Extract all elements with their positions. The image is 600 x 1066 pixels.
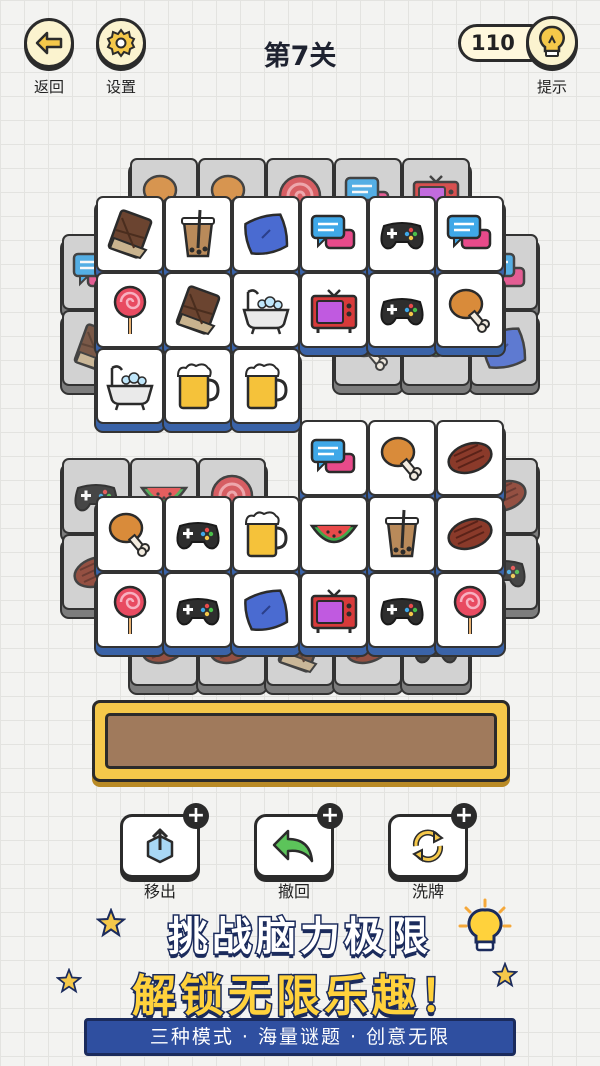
pillow-icon xyxy=(240,208,292,260)
shuffle-button[interactable]: + xyxy=(388,803,477,878)
tile-tv[interactable] xyxy=(300,272,368,348)
gamepad-icon xyxy=(376,584,428,636)
undo-label: 撤回 xyxy=(277,882,310,901)
tile-lollipop[interactable] xyxy=(96,272,164,348)
bubble-tea-icon xyxy=(376,508,428,560)
tile-beer[interactable] xyxy=(232,496,300,572)
chat-icon xyxy=(308,208,360,260)
tv-icon xyxy=(308,584,360,636)
tile-gamepad[interactable] xyxy=(368,572,436,648)
hint-label: 提示 xyxy=(536,78,567,96)
settings-label: 设置 xyxy=(105,78,136,96)
tile-steak[interactable] xyxy=(436,420,504,496)
promo-subheadline: 解锁无限乐趣！ xyxy=(131,970,468,1024)
tile-gamepad[interactable] xyxy=(368,196,436,272)
tile-beer[interactable] xyxy=(232,348,300,424)
undo-arrow-icon xyxy=(272,829,314,863)
chocolate-icon xyxy=(172,284,224,336)
remove-label: 移出 xyxy=(143,882,176,901)
tile-drumstick[interactable] xyxy=(96,496,164,572)
bathtub-icon xyxy=(104,360,156,412)
tile-lollipop[interactable] xyxy=(96,572,164,648)
tile-bathtub[interactable] xyxy=(232,272,300,348)
chat-icon xyxy=(444,208,496,260)
beer-icon xyxy=(240,360,292,412)
lollipop-icon xyxy=(104,584,156,636)
tile-lollipop[interactable] xyxy=(436,572,504,648)
tile-chocolate[interactable] xyxy=(96,196,164,272)
back-label: 返回 xyxy=(33,78,64,96)
tile-drumstick[interactable] xyxy=(436,272,504,348)
drumstick-icon xyxy=(376,432,428,484)
beer-icon xyxy=(172,360,224,412)
add-shuffle-plus-icon[interactable]: + xyxy=(451,803,477,829)
tv-icon xyxy=(308,284,360,336)
gamepad-icon xyxy=(376,208,428,260)
undo-button[interactable]: + xyxy=(254,803,343,878)
tile-bubble-tea[interactable] xyxy=(368,496,436,572)
chocolate-icon xyxy=(104,208,156,260)
tray-slots xyxy=(105,713,497,769)
promo-banner: 三种模式 · 海量谜题 · 创意无限 xyxy=(84,1018,516,1056)
gamepad-icon xyxy=(172,508,224,560)
lollipop-icon xyxy=(104,284,156,336)
bathtub-icon xyxy=(240,284,292,336)
remove-box-icon xyxy=(146,828,174,864)
watermelon-icon xyxy=(308,508,360,560)
tile-gamepad[interactable] xyxy=(368,272,436,348)
tile-chat[interactable] xyxy=(436,196,504,272)
gamepad-icon xyxy=(376,284,428,336)
steak-icon xyxy=(444,432,496,484)
tile-bubble-tea[interactable] xyxy=(164,196,232,272)
tile-drumstick[interactable] xyxy=(368,420,436,496)
tile-tv[interactable] xyxy=(300,572,368,648)
remove-button[interactable]: + xyxy=(120,803,209,878)
drumstick-icon xyxy=(104,508,156,560)
hint-button[interactable] xyxy=(526,16,578,68)
tile-gamepad[interactable] xyxy=(164,496,232,572)
shuffle-icon xyxy=(412,829,444,863)
tile-pillow[interactable] xyxy=(232,572,300,648)
tile-beer[interactable] xyxy=(164,348,232,424)
tile-watermelon[interactable] xyxy=(300,496,368,572)
beer-icon xyxy=(240,508,292,560)
promo-headline: 挑战脑力极限 xyxy=(167,913,432,962)
chat-icon xyxy=(308,432,360,484)
tile-steak[interactable] xyxy=(436,496,504,572)
bubble-tea-icon xyxy=(172,208,224,260)
pillow-icon xyxy=(240,584,292,636)
add-undo-plus-icon[interactable]: + xyxy=(317,803,343,829)
gamepad-icon xyxy=(172,584,224,636)
lollipop-icon xyxy=(444,584,496,636)
tile-tray xyxy=(92,700,510,782)
lightbulb-icon xyxy=(539,25,565,57)
tile-pillow[interactable] xyxy=(232,196,300,272)
tile-chocolate[interactable] xyxy=(164,272,232,348)
steak-icon xyxy=(444,508,496,560)
tile-chat[interactable] xyxy=(300,420,368,496)
tile-chat[interactable] xyxy=(300,196,368,272)
tile-gamepad[interactable] xyxy=(164,572,232,648)
add-remove-plus-icon[interactable]: + xyxy=(183,803,209,829)
drumstick-icon xyxy=(444,284,496,336)
tile-bathtub[interactable] xyxy=(96,348,164,424)
